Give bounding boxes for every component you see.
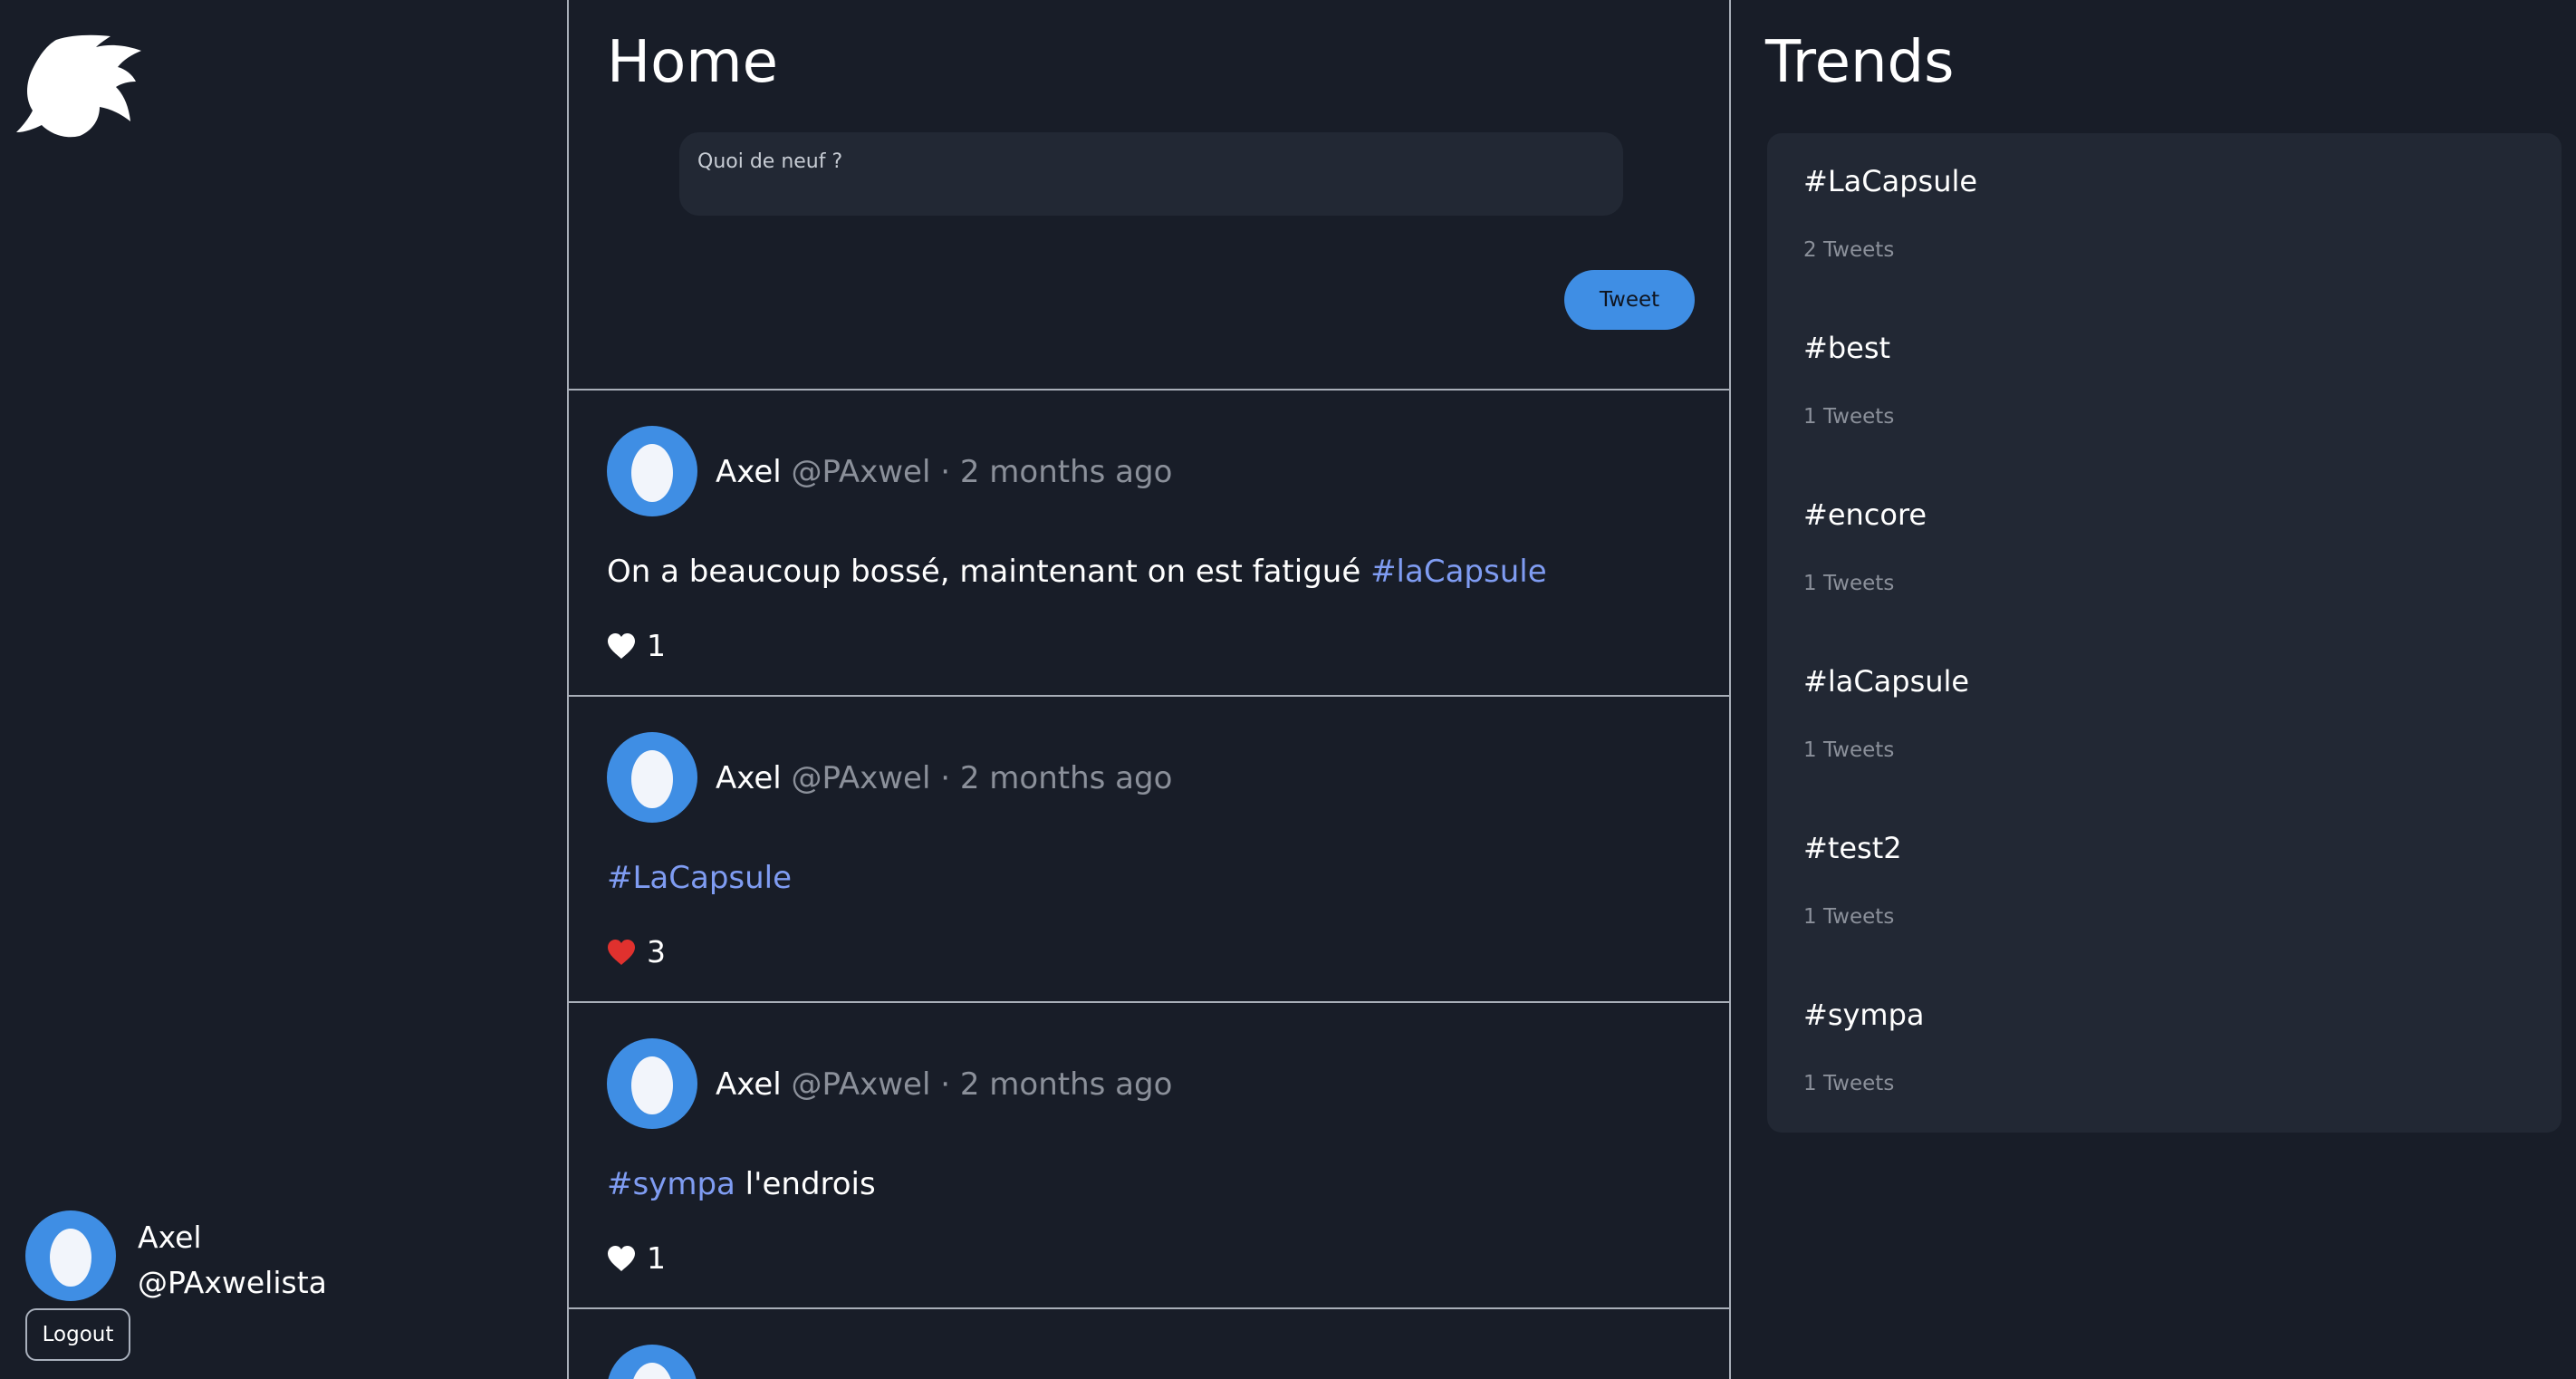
tweet-meta: Axel @PAxwel · 2 months ago bbox=[716, 760, 1172, 796]
tweet-author: Axel bbox=[716, 760, 782, 796]
tweet-likes: 1 bbox=[607, 628, 666, 663]
tweet-time: 2 months ago bbox=[959, 1066, 1173, 1103]
user-name: Axel bbox=[138, 1220, 202, 1255]
current-user: Axel @PAxwelista Logout bbox=[25, 1210, 533, 1374]
compose-input[interactable] bbox=[679, 132, 1623, 216]
meta-separator: · bbox=[940, 454, 951, 490]
trend-item[interactable]: #LaCapsule 2 Tweets bbox=[1803, 133, 2510, 269]
meta-separator: · bbox=[940, 1066, 951, 1103]
tweet-time: 2 months ago bbox=[959, 760, 1173, 796]
tweet-meta: Axel @PAxwel · 2 months ago bbox=[716, 1066, 1172, 1103]
tweet-author: Axel bbox=[716, 1066, 782, 1103]
tweet-likes: 1 bbox=[607, 1240, 666, 1276]
tweet-likes: 3 bbox=[607, 934, 666, 969]
trends-panel: #LaCapsule 2 Tweets #best 1 Tweets #enco… bbox=[1767, 133, 2562, 1133]
trend-count: 2 Tweets bbox=[1803, 238, 1895, 262]
tweet-time: 2 months ago bbox=[959, 454, 1173, 490]
tweet-meta: Axel @PAxwel · 2 months ago bbox=[716, 454, 1172, 490]
trend-item[interactable]: #laCapsule 1 Tweets bbox=[1803, 633, 2510, 769]
tweet-item: Axel @PAxwel · 2 months ago On a beaucou… bbox=[569, 391, 1729, 697]
tweet-item: Axel @PAxwel · 2 months ago #LaCapsule 3 bbox=[569, 697, 1729, 1003]
tweet-divider bbox=[569, 1307, 1729, 1309]
tweet-hashtag-link[interactable]: #laCapsule bbox=[1370, 554, 1547, 590]
feed-column: Home Tweet Axel @PAxwel · 2 months ago O… bbox=[567, 0, 1731, 1379]
like-count: 3 bbox=[647, 934, 666, 969]
like-count: 1 bbox=[647, 628, 666, 663]
page-title: Home bbox=[607, 29, 778, 96]
tweet-handle: @PAxwel bbox=[791, 1066, 931, 1103]
trend-count: 1 Tweets bbox=[1803, 738, 1895, 762]
user-handle: @PAxwelista bbox=[138, 1265, 327, 1300]
meta-separator: · bbox=[940, 760, 951, 796]
tweet-button[interactable]: Tweet bbox=[1564, 270, 1695, 330]
trend-hashtag: #laCapsule bbox=[1803, 664, 1970, 699]
tweet-hashtag-link[interactable]: #sympa bbox=[607, 1166, 735, 1202]
trend-count: 1 Tweets bbox=[1803, 905, 1895, 929]
tweet-handle: @PAxwel bbox=[791, 760, 931, 796]
trend-count: 1 Tweets bbox=[1803, 405, 1895, 429]
heart-icon[interactable] bbox=[607, 632, 636, 660]
tweet-item: Axel @PAxwel · 2 months ago #sympa l'end… bbox=[569, 1003, 1729, 1309]
tweet-text: l'endrois bbox=[735, 1166, 876, 1202]
trend-count: 1 Tweets bbox=[1803, 572, 1895, 595]
tweet-hashtag-link[interactable]: #LaCapsule bbox=[607, 860, 792, 896]
trend-count: 1 Tweets bbox=[1803, 1072, 1895, 1095]
trend-item[interactable]: #test2 1 Tweets bbox=[1803, 800, 2510, 936]
bird-logo-icon[interactable] bbox=[16, 34, 141, 138]
trend-item[interactable]: #best 1 Tweets bbox=[1803, 300, 2510, 436]
trend-hashtag: #LaCapsule bbox=[1803, 164, 1978, 198]
heart-icon[interactable] bbox=[607, 1245, 636, 1272]
like-count: 1 bbox=[647, 1240, 666, 1276]
tweet-body: #LaCapsule bbox=[607, 860, 792, 896]
trend-item[interactable]: #sympa 1 Tweets bbox=[1803, 967, 2510, 1103]
tweet-body: On a beaucoup bossé, maintenant on est f… bbox=[607, 554, 1547, 590]
trend-hashtag: #sympa bbox=[1803, 998, 1925, 1032]
left-sidebar: Axel @PAxwelista Logout bbox=[0, 0, 567, 1379]
trends-title: Trends bbox=[1765, 29, 1955, 96]
trends-column: Trends #LaCapsule 2 Tweets #best 1 Tweet… bbox=[1731, 0, 2576, 1379]
logout-button[interactable]: Logout bbox=[25, 1308, 130, 1361]
tweet-text: On a beaucoup bossé, maintenant on est f… bbox=[607, 554, 1371, 590]
trend-item[interactable]: #encore 1 Tweets bbox=[1803, 467, 2510, 603]
trend-hashtag: #test2 bbox=[1803, 831, 1902, 865]
trend-hashtag: #best bbox=[1803, 331, 1891, 365]
app-root: Axel @PAxwelista Logout Home Tweet Axel … bbox=[0, 0, 2576, 1379]
tweet-author: Axel bbox=[716, 454, 782, 490]
trend-hashtag: #encore bbox=[1803, 497, 1927, 532]
egg-avatar-icon[interactable] bbox=[607, 1345, 697, 1379]
heart-icon[interactable] bbox=[607, 939, 636, 966]
tweet-body: #sympa l'endrois bbox=[607, 1166, 876, 1202]
egg-avatar-icon[interactable] bbox=[607, 732, 697, 823]
egg-avatar-icon[interactable] bbox=[607, 1038, 697, 1129]
egg-avatar-icon[interactable] bbox=[607, 426, 697, 516]
egg-avatar-icon bbox=[25, 1210, 116, 1301]
tweet-handle: @PAxwel bbox=[791, 454, 931, 490]
